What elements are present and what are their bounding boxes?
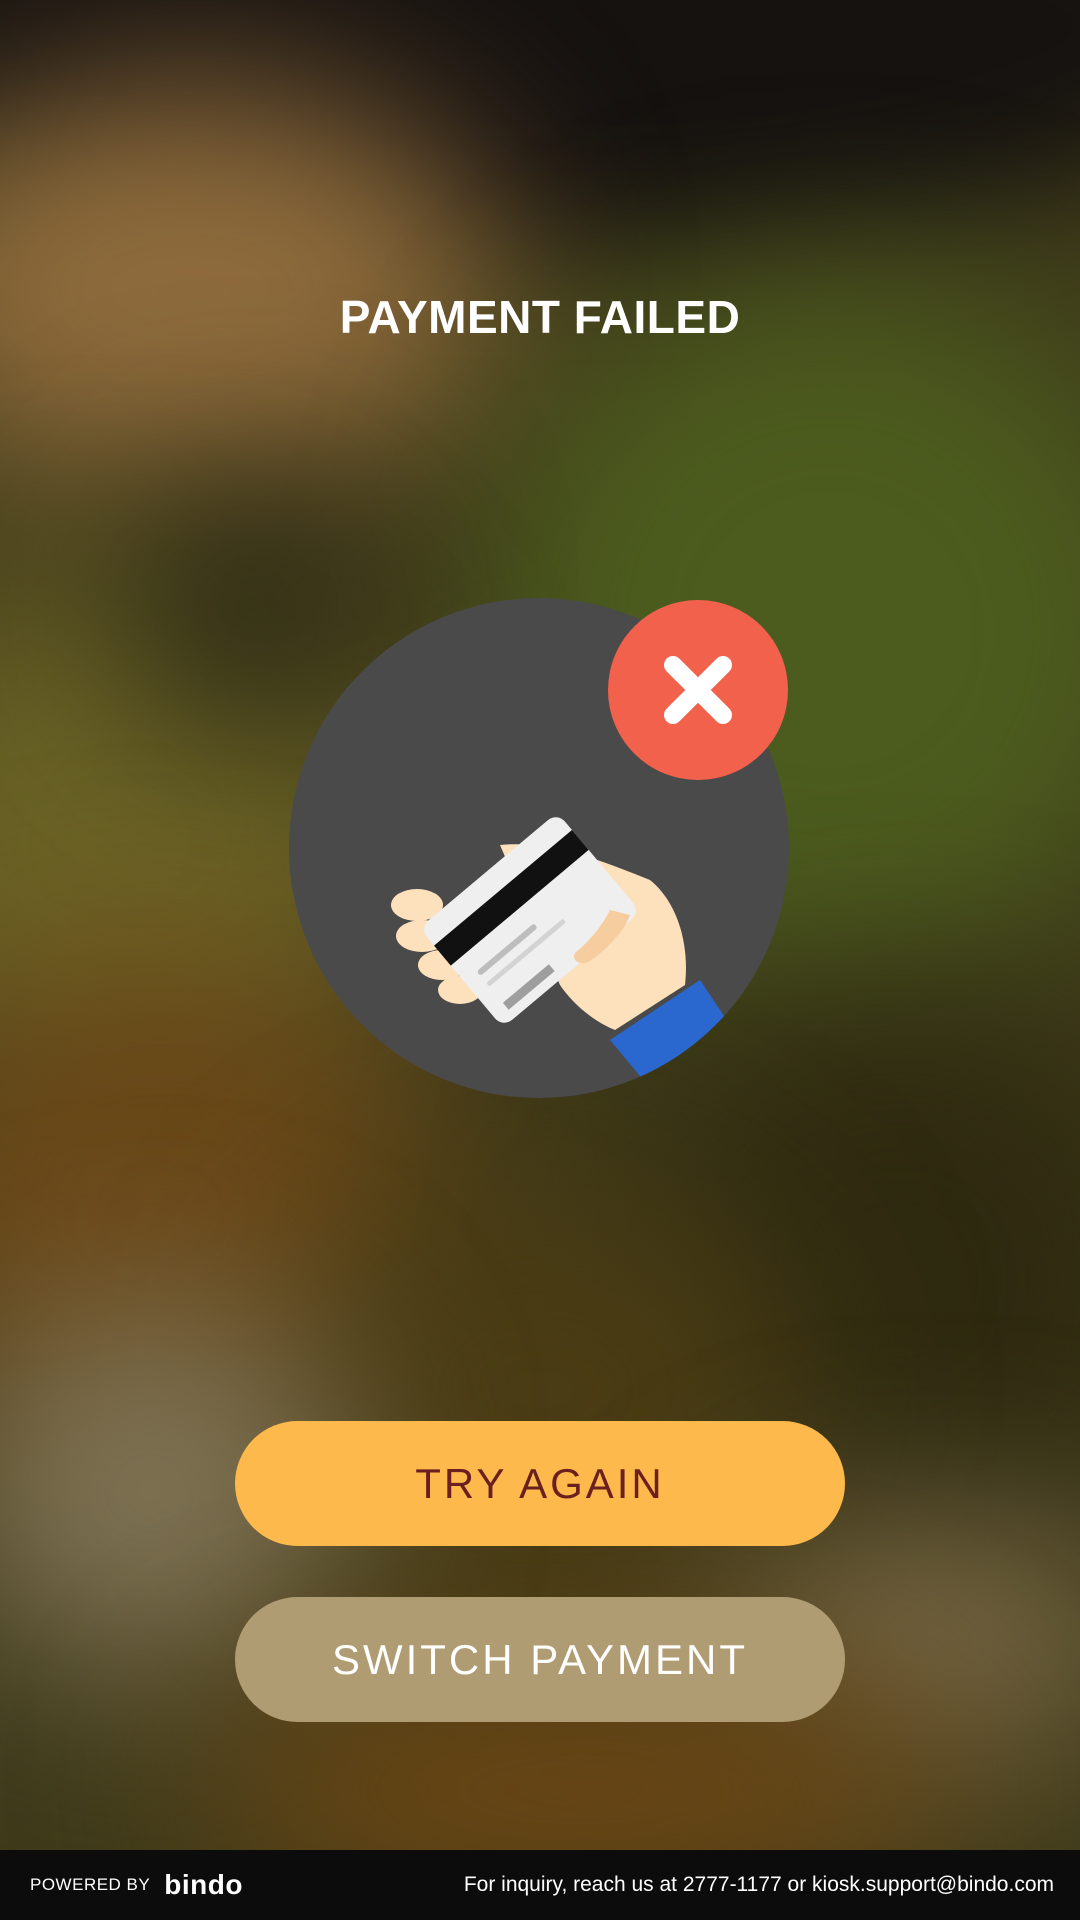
- footer-bar: POWERED BY bindo For inquiry, reach us a…: [0, 1850, 1080, 1920]
- payment-failed-illustration: [280, 590, 800, 1110]
- try-again-button[interactable]: TRY AGAIN: [235, 1421, 845, 1546]
- page-title: PAYMENT FAILED: [339, 291, 741, 343]
- support-contact-text: For inquiry, reach us at 2777-1177 or ki…: [463, 1873, 1054, 1896]
- switch-payment-button[interactable]: SWITCH PAYMENT: [235, 1597, 845, 1722]
- brand-logo: bindo: [164, 1869, 243, 1900]
- powered-by-label: POWERED BY: [30, 1875, 151, 1894]
